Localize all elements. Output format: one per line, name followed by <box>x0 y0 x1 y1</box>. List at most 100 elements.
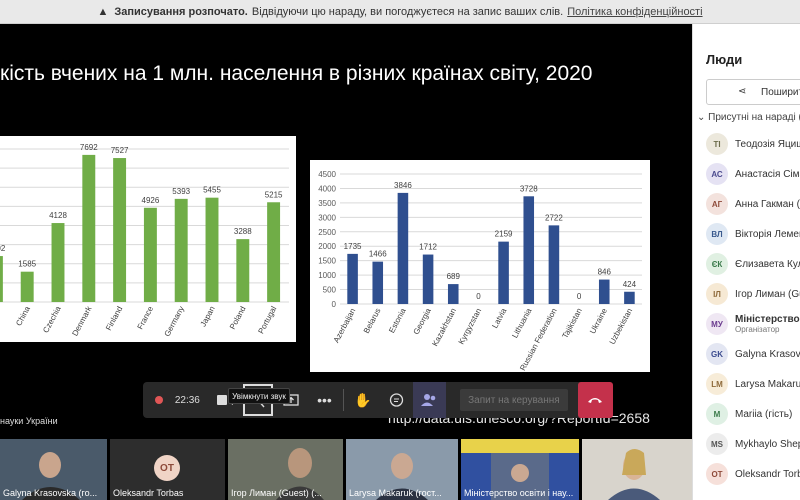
people-panel: Люди ⋖ Поширити ⌄ Присутні на нараді (12… <box>692 24 800 500</box>
video-tile[interactable]: Larysa Makaruk (гост... <box>346 439 458 500</box>
recording-banner: ▲ Записування розпочато. Відвідуючи цю н… <box>0 0 800 24</box>
x-tick-label: Poland <box>228 305 248 331</box>
bar <box>498 241 509 304</box>
participant-row[interactable]: M Mariia (гість) <box>706 402 800 426</box>
video-strip: Galyna Krasovska (го... OT Oleksandr Tor… <box>0 439 692 500</box>
video-tile[interactable] <box>582 439 692 500</box>
avatar: ІЛ <box>706 283 728 305</box>
participant-row[interactable]: GK Galyna Krasovska <box>706 342 800 366</box>
share-invite-button[interactable]: ⋖ Поширити <box>706 79 800 105</box>
recording-indicator-icon <box>155 396 163 404</box>
participant-row[interactable]: ЄК Єлизавета Кулікова <box>706 252 800 276</box>
bar <box>523 196 535 304</box>
participants-icon <box>421 394 436 406</box>
video-tile-name: Міністерство освіти і нау... <box>464 488 574 498</box>
data-label: 424 <box>623 280 637 289</box>
participant-row[interactable]: МУ Міністерство освітиОрганізатор <box>706 312 800 336</box>
data-label: 846 <box>598 268 612 277</box>
participant-row[interactable]: ІЛ Ігор Лиман (Guest) <box>706 282 800 306</box>
participant-name: Анастасія Сімахова <box>735 168 800 180</box>
y-tick-label: 4000 <box>318 184 336 193</box>
privacy-policy-link[interactable]: Політика конфіденційності <box>567 6 702 18</box>
participant-name: Galyna Krasovska <box>735 348 800 360</box>
participants-button[interactable] <box>412 382 447 418</box>
warning-icon: ▲ <box>97 5 109 18</box>
x-tick-label: Belarus <box>362 307 383 335</box>
x-tick-label: France <box>136 304 156 331</box>
avatar: MS <box>706 433 728 455</box>
video-tile[interactable]: Galyna Krasovska (го... <box>0 439 107 500</box>
data-label: 1466 <box>369 250 387 259</box>
data-label: 7692 <box>80 143 98 152</box>
x-tick-label: Lithuania <box>510 306 533 339</box>
data-label: 5393 <box>172 187 190 196</box>
y-tick-label: 3500 <box>318 199 336 208</box>
bar <box>20 271 34 302</box>
bar <box>548 225 560 304</box>
data-label: 689 <box>447 272 461 281</box>
data-label: 3288 <box>234 227 252 236</box>
y-tick-label: 2000 <box>318 242 336 251</box>
participant-row[interactable]: LM Larysa Makaruk <box>706 372 800 396</box>
participant-info: Вікторія Лемещук <box>728 229 800 240</box>
slide-title: кість вчених на 1 млн. населення в різни… <box>0 62 593 85</box>
x-tick-label: Japan <box>199 305 217 328</box>
data-label: 2402 <box>0 244 6 253</box>
x-tick-label: China <box>14 304 32 327</box>
y-tick-label: 2500 <box>318 228 336 237</box>
participant-row[interactable]: MS Mykhaylo Shepitko <box>706 432 800 456</box>
participant-info: Теодозія Яцишин <box>728 139 800 150</box>
participant-row[interactable]: АС Анастасія Сімахова <box>706 162 800 186</box>
raise-hand-button[interactable]: ✋ <box>346 382 379 418</box>
more-icon: ••• <box>317 392 332 408</box>
avatar: АС <box>706 163 728 185</box>
avatar: ВЛ <box>706 223 728 245</box>
avatar: АГ <box>706 193 728 215</box>
request-control-button[interactable]: Запит на керування <box>460 389 568 411</box>
y-tick-label: 500 <box>323 286 337 295</box>
bar <box>267 202 281 302</box>
chart-post-soviet: 0 500 1000 1500 2000 2500 3000 3500 4000 4500 1735… <box>310 160 650 372</box>
shared-content-stage: кість вчених на 1 млн. населення в різни… <box>0 24 692 500</box>
chat-button[interactable] <box>379 382 412 418</box>
bar <box>82 154 96 302</box>
y-tick-label: 4500 <box>318 170 336 179</box>
data-label: 2159 <box>495 230 513 239</box>
avatar: GK <box>706 343 728 365</box>
data-label: 3728 <box>520 184 538 193</box>
data-label: 3846 <box>394 181 412 190</box>
video-tile-name: Oleksandr Torbas <box>113 488 184 498</box>
video-tile-name: Larysa Makaruk (гост... <box>349 488 442 498</box>
more-options-button[interactable]: ••• <box>308 382 341 418</box>
x-tick-label: Georgia <box>412 306 434 336</box>
bar <box>372 261 384 304</box>
bar <box>624 291 635 304</box>
video-tile[interactable]: Міністерство освіти і нау... <box>461 439 579 500</box>
participant-role: Організатор <box>735 325 780 334</box>
chat-icon <box>389 393 403 407</box>
participant-row[interactable]: OT Oleksandr Torbas <box>706 462 800 486</box>
participant-row[interactable]: ВЛ Вікторія Лемещук <box>706 222 800 246</box>
y-tick-label: 1000 <box>318 271 336 280</box>
hang-up-button[interactable] <box>577 382 614 418</box>
bar <box>347 253 358 304</box>
participant-row[interactable]: ТІ Теодозія Яцишин <box>706 132 800 156</box>
data-label: 1585 <box>18 260 36 269</box>
call-timer: 22:36 <box>174 394 200 406</box>
controls-divider <box>343 389 345 411</box>
participant-name: Mariia (гість) <box>735 408 793 420</box>
participant-name: Анна Гакман (гість) <box>735 198 800 210</box>
participant-row[interactable]: АГ Анна Гакман (гість) <box>706 192 800 216</box>
participant-name: Міністерство освіти <box>735 314 800 325</box>
participant-info: Oleksandr Torbas <box>728 469 800 480</box>
participant-info: Galyna Krasovska <box>728 349 800 360</box>
present-section-header[interactable]: ⌄ Присутні на нараді (12) <box>697 112 800 123</box>
data-label: 0 <box>476 292 481 301</box>
bar <box>174 198 188 302</box>
present-section-label: Присутні на нараді (12) <box>708 112 800 123</box>
recording-banner-text: Відвідуючи цю нараду, ви погоджуєтеся на… <box>251 5 564 18</box>
bar <box>0 256 3 302</box>
avatar: МУ <box>706 313 728 335</box>
video-tile[interactable]: Ігор Лиман (Guest) (... <box>228 439 343 500</box>
video-tile[interactable]: OT Oleksandr Torbas <box>110 439 225 500</box>
